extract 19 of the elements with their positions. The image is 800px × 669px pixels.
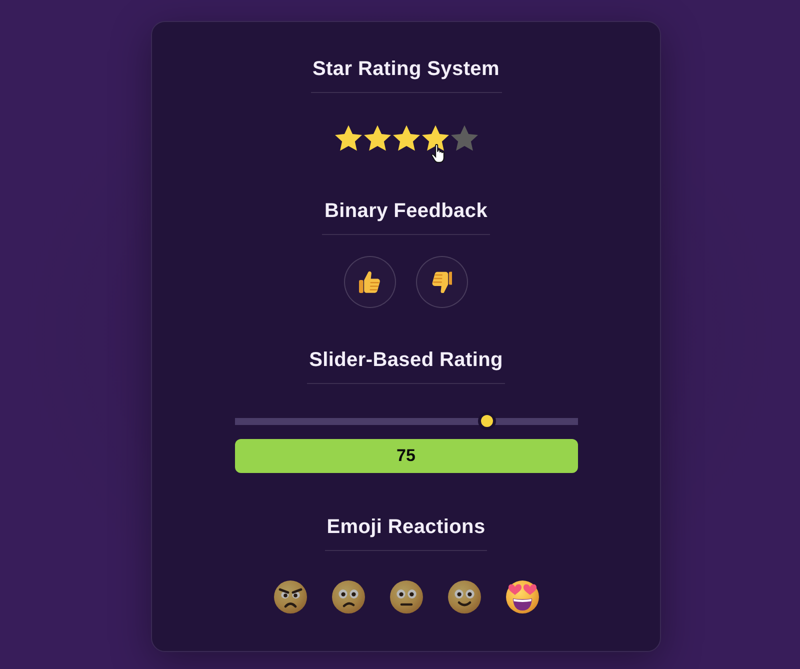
star-icon[interactable] — [392, 125, 420, 151]
star-icon[interactable] — [450, 125, 478, 151]
section-title: Binary Feedback — [322, 198, 490, 235]
section-title: Emoji Reactions — [324, 514, 488, 551]
thumbs-up-icon — [359, 271, 380, 293]
hand-cursor-icon — [430, 144, 444, 163]
rating-value-display: 75 — [234, 439, 578, 473]
angry-face-icon[interactable] — [274, 578, 306, 614]
heart-eyes-face-icon[interactable] — [506, 578, 538, 614]
star-icon[interactable] — [334, 125, 362, 151]
neutral-face-icon[interactable] — [390, 578, 422, 614]
frowning-face-icon[interactable] — [332, 578, 364, 614]
section-title: Slider-Based Rating — [307, 347, 505, 384]
smiling-face-icon[interactable] — [448, 578, 480, 614]
slider-thumb[interactable] — [478, 412, 496, 430]
section-title: Star Rating System — [310, 56, 502, 93]
star-icon[interactable] — [422, 125, 448, 151]
star-icon[interactable] — [364, 125, 390, 151]
thumbs-down-icon — [431, 271, 452, 293]
